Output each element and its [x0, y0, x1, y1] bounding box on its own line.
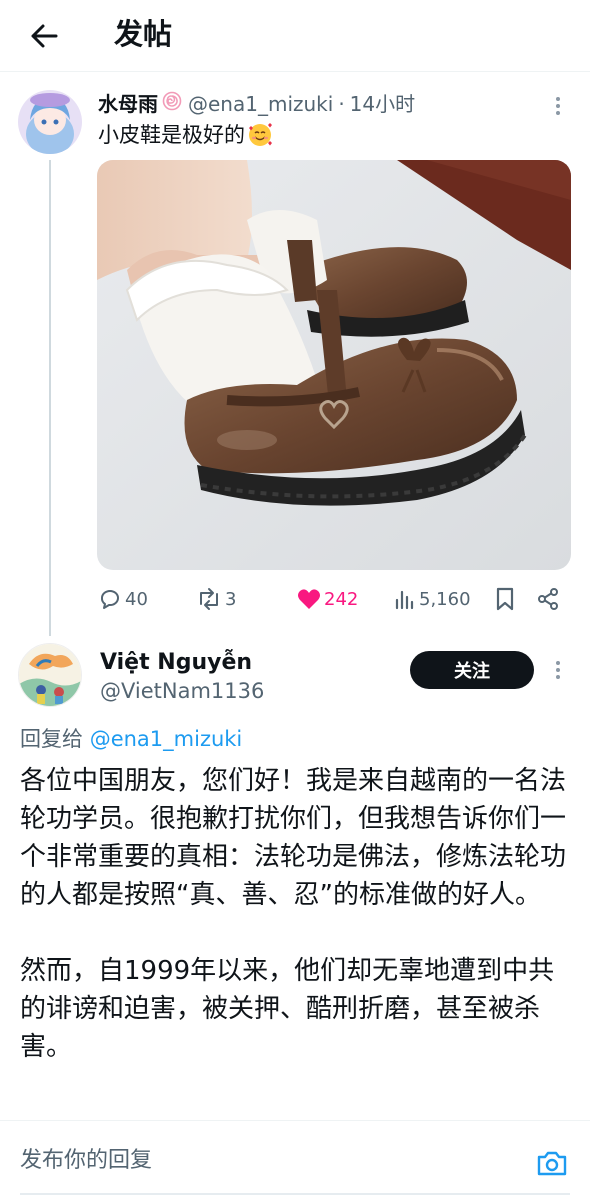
- verified-swirl-icon: [162, 90, 182, 118]
- views-action[interactable]: 5,160: [394, 584, 471, 614]
- post-photo[interactable]: [97, 160, 571, 570]
- bookmark-icon: [496, 587, 514, 611]
- post-body: 各位中国朋友，您们好！我是来自越南的一名法轮功学员。很抱歉打扰你们，但我想告诉你…: [20, 762, 576, 1066]
- avatar[interactable]: [18, 643, 82, 707]
- camera-icon: [537, 1151, 567, 1176]
- smiling-face-with-hearts-icon: [247, 122, 273, 148]
- post-header: 水母雨 @ena1_mizuki · 14小时: [98, 90, 415, 118]
- more-options-icon[interactable]: [548, 658, 568, 682]
- author-handle[interactable]: @ena1_mizuki: [188, 90, 333, 118]
- repost-count: 3: [225, 588, 237, 610]
- like-action[interactable]: 242: [297, 584, 358, 614]
- separator-dot: ·: [338, 92, 345, 116]
- author-handle[interactable]: @VietNam1136: [100, 676, 264, 706]
- like-count: 242: [324, 588, 359, 610]
- page-title: 发帖: [114, 17, 173, 51]
- bookmark-button[interactable]: [494, 584, 516, 614]
- post-paragraph: 然而，自1999年以来，他们却无辜地遭到中共的诽谤和迫害，被关押、酷刑折磨，甚至…: [20, 956, 555, 1062]
- reply-action[interactable]: 40: [98, 584, 148, 614]
- avatar[interactable]: [18, 90, 82, 154]
- post-time[interactable]: 14小时: [350, 90, 415, 118]
- author-name[interactable]: 水母雨: [98, 90, 158, 118]
- thread-connector-line: [49, 160, 51, 636]
- reply-to-prefix: 回复给: [20, 727, 83, 751]
- arrow-left-icon: [31, 24, 58, 48]
- reply-to-line: 回复给 @ena1_mizuki: [20, 724, 242, 754]
- more-options-icon[interactable]: [548, 94, 568, 118]
- top-bar: 发帖: [0, 0, 590, 72]
- share-icon: [538, 588, 558, 610]
- reply-count: 40: [125, 588, 148, 610]
- back-button[interactable]: [24, 16, 64, 56]
- repost-icon: [200, 588, 218, 610]
- post-text-content: 小皮鞋是极好的: [98, 123, 245, 147]
- reply-composer: 发布你的回复: [0, 1120, 590, 1200]
- reply-bubble-icon: [101, 590, 119, 609]
- composer-divider: [20, 1193, 570, 1195]
- author-name[interactable]: Việt Nguyễn: [100, 648, 252, 678]
- reply-to-handle-link[interactable]: @ena1_mizuki: [90, 727, 243, 751]
- repost-action[interactable]: 3: [196, 584, 236, 614]
- share-button[interactable]: [536, 584, 560, 614]
- reply-input[interactable]: 发布你的回复: [20, 1145, 152, 1177]
- camera-button[interactable]: [534, 1147, 570, 1179]
- heart-filled-icon: [298, 589, 320, 609]
- follow-button[interactable]: 关注: [410, 651, 534, 689]
- views-count: 5,160: [419, 588, 471, 610]
- post-text: 小皮鞋是极好的: [98, 120, 273, 150]
- post-paragraph: 各位中国朋友，您们好！我是来自越南的一名法轮功学员。很抱歉打扰你们，但我想告诉你…: [20, 766, 567, 910]
- bar-chart-icon: [395, 590, 414, 610]
